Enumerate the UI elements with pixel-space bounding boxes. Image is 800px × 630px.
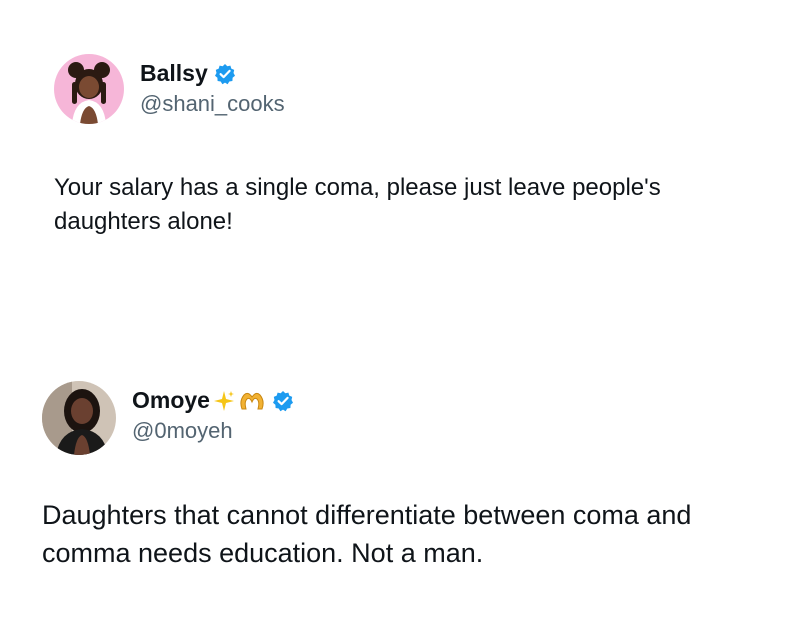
- tweet-text: Your salary has a single coma, please ju…: [54, 174, 661, 235]
- display-name[interactable]: Omoye: [132, 387, 210, 414]
- heart-hands-icon: [238, 389, 266, 413]
- handle[interactable]: @0moyeh: [132, 418, 233, 444]
- avatar-illustration-icon: [54, 54, 124, 124]
- tweet-text: Daughters that cannot differentiate betw…: [42, 500, 692, 568]
- author-name-row: Omoye: [132, 387, 294, 414]
- author-name-row: Ballsy: [140, 60, 236, 87]
- handle[interactable]: @shani_cooks: [140, 91, 285, 117]
- avatar[interactable]: [42, 381, 116, 455]
- avatar[interactable]: [54, 54, 124, 124]
- verified-badge-icon: [214, 63, 236, 85]
- display-name[interactable]: Ballsy: [140, 60, 208, 87]
- avatar-photo-icon: [42, 381, 116, 455]
- verified-badge-icon: [272, 390, 294, 412]
- sparkles-icon: [213, 389, 235, 413]
